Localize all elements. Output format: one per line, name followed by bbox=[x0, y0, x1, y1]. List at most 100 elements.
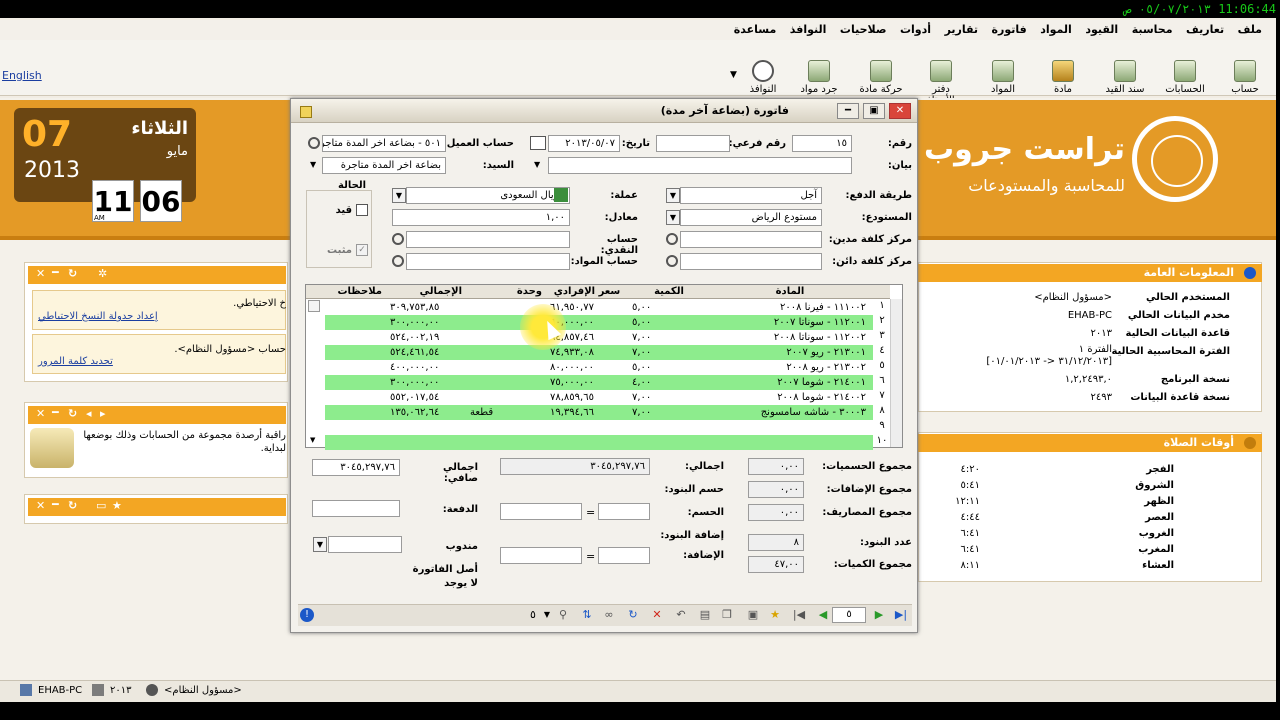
close-icon[interactable]: ✕ bbox=[36, 407, 45, 420]
cell-item[interactable]: ٢١٣٠٠٢ - ريو ٢٠٠٨ bbox=[710, 360, 870, 375]
cell-item[interactable]: ٢١٣٠٠١ - ريو ٢٠٠٧ bbox=[710, 345, 870, 360]
english-link[interactable]: English bbox=[2, 69, 42, 82]
search-icon[interactable] bbox=[392, 255, 404, 267]
table-row[interactable]: ٣٠٠٠٣ - شاشه سامسونج ٧,٠٠ ١٩,٣٩٤,٦٦ قطعة ١٣٥… bbox=[325, 405, 873, 420]
rep-field[interactable] bbox=[328, 536, 402, 553]
menu-accounting[interactable]: محاسبة bbox=[1132, 20, 1173, 40]
cell-item[interactable]: ٢١٤٠٠٢ - شوما ٢٠٠٨ bbox=[710, 390, 870, 405]
cell-qty[interactable]: ٥,٠٠ bbox=[628, 300, 710, 315]
search-icon[interactable] bbox=[666, 255, 678, 267]
chevron-down-icon[interactable]: ▼ bbox=[313, 537, 327, 552]
cell-total[interactable]: ٣٠٠,٠٠٠,٠٠ bbox=[386, 315, 466, 330]
discount-value-field[interactable] bbox=[500, 503, 582, 520]
arrow-right-icon[interactable]: ▸ bbox=[100, 407, 106, 420]
table-row[interactable]: ١١١٠٠٢ - فيرنا ٢٠٠٨ ٥,٠٠ ٦١,٩٥٠,٧٧ ٣٠٩,٧٥٣,… bbox=[325, 300, 873, 315]
sub-number-field[interactable] bbox=[656, 135, 730, 152]
payment-field[interactable] bbox=[312, 500, 400, 517]
cell-total[interactable]: ٣٠٠,٠٠٠,٠٠ bbox=[386, 375, 466, 390]
cell-item[interactable]: ١١١٠٠٢ - فيرنا ٢٠٠٨ bbox=[710, 300, 870, 315]
menu-file[interactable]: ملف bbox=[1238, 20, 1262, 40]
col-item[interactable]: المادة bbox=[710, 286, 870, 297]
cell-price[interactable]: ٧٤,٩٣٣,٠٨ bbox=[546, 345, 628, 360]
scroll-down-icon[interactable]: ▼ bbox=[310, 436, 315, 444]
cell-item[interactable]: ١١٢٠٠١ - سوناتا ٢٠٠٧ bbox=[710, 315, 870, 330]
statement-field[interactable] bbox=[548, 157, 852, 174]
cell-total[interactable]: ٥٢٤,٠٠٢,١٩ bbox=[386, 330, 466, 345]
menu-tools[interactable]: أدوات bbox=[900, 20, 931, 40]
star-icon[interactable]: ★ bbox=[112, 499, 122, 512]
chevron-down-icon[interactable]: ▼ bbox=[540, 608, 554, 622]
menu-items[interactable]: المواد bbox=[1040, 20, 1072, 40]
col-qty[interactable]: الكمية bbox=[628, 286, 710, 297]
cell-total[interactable]: ٤٠٠,٠٠٠,٠٠ bbox=[386, 360, 466, 375]
chevron-down-icon[interactable]: ▼ bbox=[666, 210, 680, 225]
toolbar-windows-button[interactable]: النوافذ bbox=[740, 60, 786, 95]
cell-unit[interactable] bbox=[466, 435, 546, 450]
chevron-down-icon[interactable]: ▼ bbox=[534, 160, 540, 169]
customer-account-field[interactable]: ٥٠١ - بضاعة اخر المدة متاجر bbox=[322, 135, 446, 152]
cell-price[interactable]: ١٩,٣٩٤,٦٦ bbox=[546, 405, 628, 420]
discount-percent-field[interactable] bbox=[598, 503, 650, 520]
chevron-down-icon[interactable]: ▼ bbox=[666, 188, 680, 203]
next-record-icon[interactable]: ▶ bbox=[872, 608, 886, 622]
table-row[interactable]: ٢١٣٠٠٢ - ريو ٢٠٠٨ ٥,٠٠ ٨٠,٠٠٠,٠٠ ٤٠٠,٠٠٠,٠٠ bbox=[325, 360, 873, 375]
toolbar-items-button[interactable]: المواد bbox=[980, 60, 1026, 95]
cell-total[interactable]: ٣٠٩,٧٥٣,٨٥ bbox=[386, 300, 466, 315]
cell-qty[interactable] bbox=[628, 420, 710, 435]
cell-qty[interactable]: ٧,٠٠ bbox=[628, 390, 710, 405]
undo-icon[interactable]: ↶ bbox=[674, 608, 688, 622]
previous-record-icon[interactable]: ◀ bbox=[816, 608, 830, 622]
cell-unit[interactable] bbox=[466, 360, 546, 375]
cost-center-credit-field[interactable] bbox=[680, 253, 822, 270]
toolbar-account-button[interactable]: حساب bbox=[1222, 60, 1268, 95]
addition-percent-field[interactable] bbox=[598, 547, 650, 564]
grid-scroll-thumb[interactable] bbox=[308, 300, 320, 312]
save-icon[interactable]: ▣ bbox=[746, 608, 760, 622]
cell-qty[interactable]: ٧,٠٠ bbox=[628, 330, 710, 345]
chevron-down-icon[interactable]: ▼ bbox=[392, 188, 406, 203]
record-number-field[interactable]: ٥ bbox=[832, 607, 866, 623]
window-icon[interactable]: ▭ bbox=[96, 499, 106, 512]
table-row[interactable]: ٢١٤٠٠٢ - شوما ٢٠٠٨ ٧,٠٠ ٧٨,٨٥٩,٦٥ ٥٥٢,٠١٧,٥… bbox=[325, 390, 873, 405]
cell-qty[interactable]: ٧,٠٠ bbox=[628, 345, 710, 360]
arrow-left-icon[interactable]: ◂ bbox=[86, 407, 92, 420]
posted-checkbox[interactable]: ✓ bbox=[356, 244, 368, 256]
cell-total[interactable]: ٥٢٤,٤٦١,٥٤ bbox=[386, 345, 466, 360]
cell-price[interactable] bbox=[546, 435, 628, 450]
backup-schedule-link[interactable]: إعداد جدولة النسخ الاحتياطي bbox=[38, 311, 158, 322]
col-total[interactable]: الإجمالي bbox=[386, 286, 466, 297]
table-row[interactable]: ١١٢٠٠١ - سوناتا ٢٠٠٧ ٥,٠٠ ٦٠,٠٠٠,٠٠ ٣٠٠,٠٠٠… bbox=[325, 315, 873, 330]
menu-definitions[interactable]: تعاريف bbox=[1186, 20, 1224, 40]
date-field[interactable]: ٢٠١٣/٠٥/٠٧ bbox=[548, 135, 620, 152]
cell-item[interactable]: ٣٠٠٠٣ - شاشه سامسونج bbox=[710, 405, 870, 420]
cash-account-field[interactable] bbox=[406, 231, 570, 248]
refresh-icon[interactable]: ↻ bbox=[68, 267, 77, 280]
cell-price[interactable] bbox=[546, 420, 628, 435]
cost-center-debit-field[interactable] bbox=[680, 231, 822, 248]
cell-item[interactable] bbox=[710, 420, 870, 435]
refresh-icon[interactable]: ↻ bbox=[68, 407, 77, 420]
warehouse-field[interactable]: مستودع الرياض bbox=[680, 209, 822, 226]
col-price[interactable]: سعر الإفرادي bbox=[546, 286, 628, 297]
addition-value-field[interactable] bbox=[500, 547, 582, 564]
cell-unit[interactable]: قطعة bbox=[466, 405, 546, 420]
search-icon[interactable] bbox=[308, 137, 320, 149]
cell-price[interactable]: ٨٠,٠٠٠,٠٠ bbox=[546, 360, 628, 375]
minimize-button[interactable]: ━ bbox=[837, 103, 859, 119]
cell-item[interactable]: ٢١٤٠٠١ - شوما ٢٠٠٧ bbox=[710, 375, 870, 390]
paste-icon[interactable]: ▤ bbox=[698, 608, 712, 622]
table-row[interactable]: ٢١٤٠٠١ - شوما ٢٠٠٧ ٤,٠٠ ٧٥,٠٠٠,٠٠ ٣٠٠,٠٠٠,٠… bbox=[325, 375, 873, 390]
link-icon[interactable]: ∞ bbox=[602, 608, 616, 622]
items-account-field[interactable] bbox=[406, 253, 570, 270]
payment-method-field[interactable]: آجل bbox=[680, 187, 822, 204]
cell-qty[interactable]: ٤,٠٠ bbox=[628, 375, 710, 390]
restore-button[interactable]: ▣ bbox=[863, 103, 885, 119]
cell-qty[interactable]: ٧,٠٠ bbox=[628, 405, 710, 420]
currency-field[interactable]: الريال السعودى bbox=[406, 187, 570, 204]
dialog-titlebar[interactable]: فاتورة (بضاعة آخر مدة) ✕ ▣ ━ bbox=[291, 99, 917, 123]
attach-icon[interactable]: ⚲ bbox=[556, 608, 570, 622]
table-row[interactable]: ٢١٣٠٠١ - ريو ٢٠٠٧ ٧,٠٠ ٧٤,٩٣٣,٠٨ ٥٢٤,٤٦١,٥٤ bbox=[325, 345, 873, 360]
close-button[interactable]: ✕ bbox=[889, 103, 911, 119]
number-field[interactable]: ١٥ bbox=[792, 135, 852, 152]
sort-icon[interactable]: ⇅ bbox=[580, 608, 594, 622]
